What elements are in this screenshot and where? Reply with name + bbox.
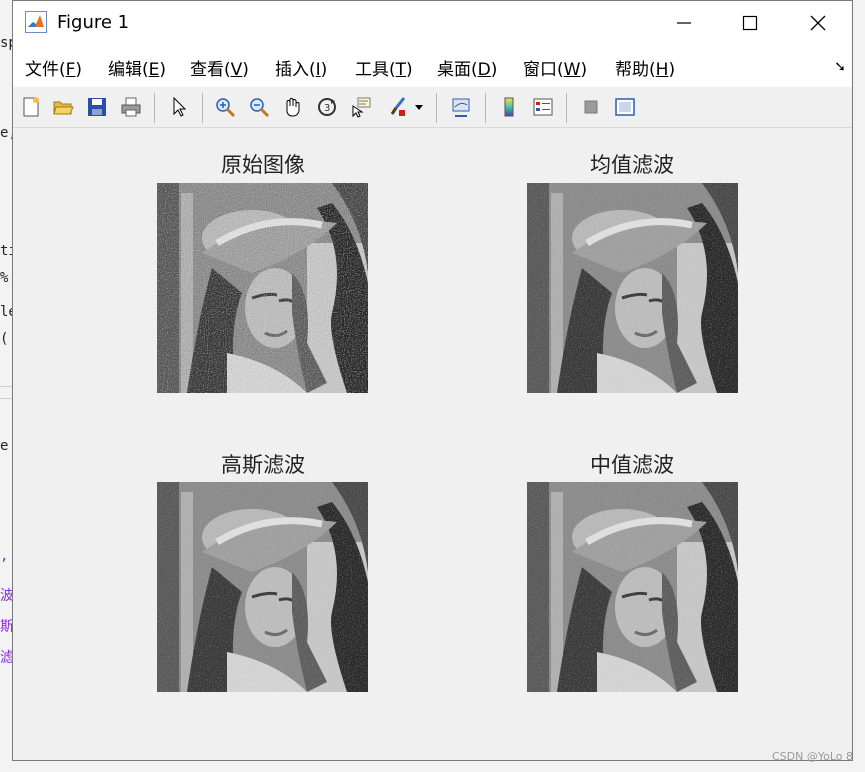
image-median-filter[interactable] <box>527 482 738 692</box>
image-mean-filter[interactable] <box>527 183 738 393</box>
toolbar: 3 <box>13 87 852 128</box>
image-original-canvas <box>157 183 368 393</box>
axes-title: 高斯滤波 <box>221 453 305 477</box>
new-file-icon <box>23 97 39 117</box>
show-tools-icon <box>615 98 635 116</box>
pointer-icon <box>173 96 187 117</box>
matlab-icon <box>25 11 47 33</box>
save-icon <box>88 98 106 116</box>
pan-button[interactable] <box>279 93 307 121</box>
legend-button[interactable] <box>529 93 557 121</box>
open-button[interactable] <box>49 93 77 121</box>
watermark: CSDN @YoLo 8 <box>771 750 853 763</box>
title-bar[interactable]: Figure 1 <box>13 1 852 45</box>
image-gaussian-filter-canvas <box>157 482 368 692</box>
hide-tools-icon <box>584 100 598 114</box>
toolbar-separator <box>202 93 203 123</box>
edit-plot-button[interactable] <box>165 93 193 121</box>
bg-code-fragment: , <box>0 548 9 564</box>
show-plot-tools-button[interactable] <box>611 93 639 121</box>
image-median-filter-canvas <box>527 482 738 692</box>
new-figure-button[interactable] <box>17 93 45 121</box>
legend-icon <box>533 98 553 116</box>
figure-window: Figure 1 文件(F) 编辑(E) 查看(V) 插入(I) 工具(T) 桌… <box>12 0 853 761</box>
axes-title: 原始图像 <box>221 153 305 177</box>
svg-text:3: 3 <box>324 103 330 114</box>
brush-icon <box>390 97 406 116</box>
menu-help[interactable]: 帮助(H) <box>615 55 675 80</box>
rotate-icon: 3 <box>318 98 336 116</box>
colorbar-icon <box>504 97 514 117</box>
zoom-in-icon <box>216 98 236 118</box>
rotate-3d-button[interactable]: 3 <box>313 93 341 121</box>
bg-code-fragment: e <box>0 438 9 454</box>
image-original[interactable] <box>157 183 368 393</box>
toolbar-separator <box>154 93 155 123</box>
print-button[interactable] <box>117 93 145 121</box>
link-plot-icon <box>452 98 470 117</box>
menu-window[interactable]: 窗口(W) <box>523 55 587 80</box>
image-gaussian-filter[interactable] <box>157 482 368 692</box>
data-cursor-icon <box>352 97 371 118</box>
axes-title: 中值滤波 <box>590 453 674 477</box>
save-button[interactable] <box>83 93 111 121</box>
minimize-icon <box>677 22 691 24</box>
hand-icon <box>286 98 300 117</box>
brush-button[interactable] <box>383 93 411 121</box>
menu-edit[interactable]: 编辑(E) <box>108 55 166 80</box>
menu-insert[interactable]: 插入(I) <box>275 55 327 80</box>
close-button[interactable] <box>783 1 853 45</box>
bg-code-fragment: % <box>0 270 9 286</box>
toolbar-separator <box>436 93 437 123</box>
menu-file[interactable]: 文件(F) <box>25 55 82 80</box>
axes-title: 均值滤波 <box>590 153 674 177</box>
link-plot-button[interactable] <box>447 93 475 121</box>
toolbar-separator <box>566 93 567 123</box>
maximize-icon <box>742 15 758 31</box>
brush-dropdown[interactable] <box>411 93 427 121</box>
zoom-in-button[interactable] <box>211 93 239 121</box>
menu-tools[interactable]: 工具(T) <box>355 55 413 80</box>
menu-bar: 文件(F) 编辑(E) 查看(V) 插入(I) 工具(T) 桌面(D) 窗口(W… <box>13 45 852 87</box>
dock-arrow-icon[interactable]: ➘ <box>834 59 846 75</box>
colorbar-button[interactable] <box>495 93 523 121</box>
zoom-out-button[interactable] <box>245 93 273 121</box>
menu-desktop[interactable]: 桌面(D) <box>437 55 497 80</box>
menu-view[interactable]: 查看(V) <box>190 55 249 80</box>
minimize-button[interactable] <box>649 1 719 45</box>
image-mean-filter-canvas <box>527 183 738 393</box>
folder-open-icon <box>53 101 74 115</box>
maximize-button[interactable] <box>715 1 785 45</box>
window-title: Figure 1 <box>57 12 130 33</box>
zoom-out-icon <box>250 98 270 118</box>
data-cursor-button[interactable] <box>347 93 375 121</box>
caret-down-icon <box>415 105 423 110</box>
close-icon <box>810 15 826 31</box>
print-icon <box>121 97 141 117</box>
toolbar-separator <box>485 93 486 123</box>
hide-plot-tools-button[interactable] <box>577 93 605 121</box>
